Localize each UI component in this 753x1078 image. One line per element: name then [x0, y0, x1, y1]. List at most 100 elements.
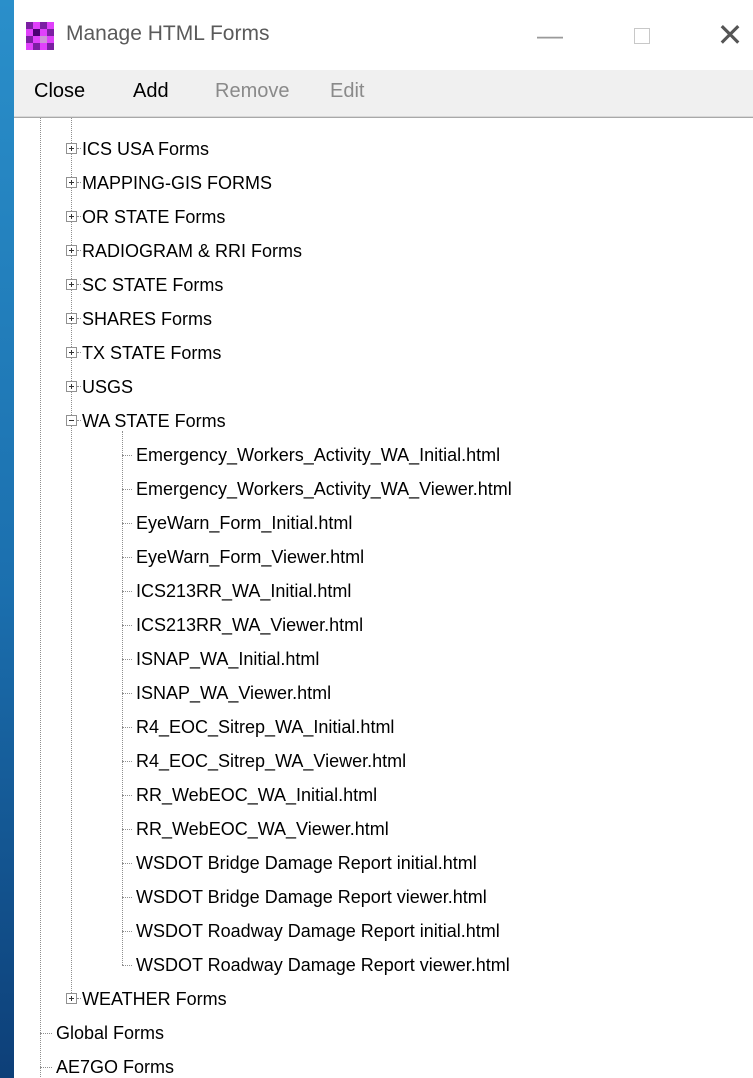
tree-connector [122, 761, 132, 762]
tree-file-item[interactable]: Emergency_Workers_Activity_WA_Initial.ht… [136, 438, 500, 472]
tree-file-item[interactable]: R4_EOC_Sitrep_WA_Initial.html [136, 710, 394, 744]
tree-connector [122, 829, 132, 830]
expand-plus-icon[interactable] [66, 177, 77, 188]
manage-html-forms-window: Manage HTML Forms — ✕ Close Add Remove E… [14, 0, 753, 1078]
desktop-background [0, 0, 14, 1078]
tree-file-item-label: ICS213RR_WA_Viewer.html [136, 615, 364, 635]
tree-connector [122, 455, 132, 456]
tree-file-item[interactable]: EyeWarn_Form_Viewer.html [136, 540, 364, 574]
tree-file-item[interactable]: ICS213RR_WA_Viewer.html [136, 608, 363, 642]
expand-plus-icon[interactable] [66, 347, 77, 358]
tree-file-item[interactable]: ISNAP_WA_Viewer.html [136, 676, 331, 710]
tree-root-item[interactable]: AE7GO Forms [56, 1050, 174, 1078]
tree-group-item[interactable]: TX STATE Forms [82, 336, 221, 370]
tree-root-line [40, 118, 41, 1078]
tree-file-item[interactable]: WSDOT Bridge Damage Report viewer.html [136, 880, 487, 914]
tree-file-item[interactable]: RR_WebEOC_WA_Initial.html [136, 778, 377, 812]
expand-plus-icon[interactable] [66, 143, 77, 154]
tree-group-item-label: SC STATE Forms [82, 275, 224, 295]
expand-plus-icon[interactable] [66, 993, 77, 1004]
tree-file-item-label: WSDOT Bridge Damage Report viewer.html [136, 887, 487, 907]
minimize-icon: — [537, 20, 563, 50]
tree-group-item[interactable]: ICS USA Forms [82, 132, 209, 166]
tree-connector [77, 182, 81, 183]
tree-root-item-label: Global Forms [56, 1023, 165, 1043]
minimize-button[interactable]: — [528, 12, 572, 58]
tree-file-item-label: R4_EOC_Sitrep_WA_Initial.html [136, 717, 395, 737]
tree-connector [122, 659, 132, 660]
tree-group-item[interactable]: USGS [82, 370, 133, 404]
tree-connector [122, 625, 132, 626]
expand-plus-icon[interactable] [66, 381, 77, 392]
tree-group-item-label: SHARES Forms [82, 309, 213, 329]
title-bar[interactable]: Manage HTML Forms — ✕ [14, 0, 753, 70]
tree-file-item[interactable]: WSDOT Bridge Damage Report initial.html [136, 846, 477, 880]
tree-file-item-label: Emergency_Workers_Activity_WA_Initial.ht… [136, 445, 501, 465]
tree-file-item-label: R4_EOC_Sitrep_WA_Viewer.html [136, 751, 407, 771]
tree-group-wa-state-label: WA STATE Forms [82, 411, 226, 431]
tree-file-item-label: RR_WebEOC_WA_Initial.html [136, 785, 378, 805]
tree-root-item[interactable]: Global Forms [56, 1016, 164, 1050]
tree-file-item-label: ISNAP_WA_Viewer.html [136, 683, 332, 703]
tree-connector [77, 420, 81, 421]
tree-connector [122, 795, 132, 796]
menu-bar: Close Add Remove Edit [14, 70, 753, 117]
tree-connector [122, 897, 132, 898]
menu-edit[interactable]: Edit [330, 80, 364, 103]
menu-add[interactable]: Add [133, 80, 169, 103]
tree-file-item-label: WSDOT Roadway Damage Report viewer.html [136, 955, 510, 975]
tree-file-item[interactable]: ICS213RR_WA_Initial.html [136, 574, 351, 608]
expand-plus-icon[interactable] [66, 211, 77, 222]
window-title: Manage HTML Forms [66, 22, 270, 45]
menu-close[interactable]: Close [34, 80, 85, 103]
tree-group-item[interactable]: MAPPING-GIS FORMS [82, 166, 272, 200]
tree-connector [77, 998, 81, 999]
tree-file-item[interactable]: R4_EOC_Sitrep_WA_Viewer.html [136, 744, 406, 778]
forms-tree-view[interactable]: ICS USA Forms MAPPING-GIS FORMS OR STATE F… [14, 117, 753, 1078]
tree-connector [122, 489, 132, 490]
menu-remove[interactable]: Remove [215, 80, 289, 103]
tree-connector [122, 727, 132, 728]
tree-group-item[interactable]: SC STATE Forms [82, 268, 223, 302]
tree-connector [77, 148, 81, 149]
collapse-minus-icon[interactable] [66, 415, 77, 426]
tree-file-item-label: WSDOT Roadway Damage Report initial.html [136, 921, 500, 941]
tree-group-item[interactable]: SHARES Forms [82, 302, 212, 336]
maximize-button[interactable] [620, 12, 664, 58]
tree-connector [122, 591, 132, 592]
close-icon: ✕ [716, 17, 744, 53]
tree-connector [77, 216, 81, 217]
tree-connector [122, 931, 132, 932]
expand-plus-icon[interactable] [66, 313, 77, 324]
expand-plus-icon[interactable] [66, 279, 77, 290]
tree-connector [122, 693, 132, 694]
tree-connector [77, 318, 81, 319]
tree-file-item-label: WSDOT Bridge Damage Report initial.html [136, 853, 477, 873]
tree-connector [77, 352, 81, 353]
tree-group-wa-state[interactable]: WA STATE Forms [82, 404, 226, 438]
tree-file-item-label: ICS213RR_WA_Initial.html [136, 581, 352, 601]
tree-file-item[interactable]: EyeWarn_Form_Initial.html [136, 506, 352, 540]
tree-group-item-label: ICS USA Forms [82, 139, 210, 159]
tree-connector [122, 863, 132, 864]
tree-connector [40, 1067, 52, 1068]
tree-file-item-label: EyeWarn_Form_Initial.html [136, 513, 353, 533]
tree-file-item-label: RR_WebEOC_WA_Viewer.html [136, 819, 389, 839]
tree-group-item-label: RADIOGRAM & RRI Forms [82, 241, 303, 261]
tree-group-item-label: TX STATE Forms [82, 343, 222, 363]
tree-file-item[interactable]: ISNAP_WA_Initial.html [136, 642, 319, 676]
maximize-icon [634, 28, 650, 44]
tree-root-item-label: AE7GO Forms [56, 1057, 175, 1077]
tree-file-item[interactable]: RR_WebEOC_WA_Viewer.html [136, 812, 389, 846]
tree-connector [122, 523, 132, 524]
tree-group-item-label: OR STATE Forms [82, 207, 226, 227]
expand-plus-icon[interactable] [66, 245, 77, 256]
tree-file-item[interactable]: WSDOT Roadway Damage Report initial.html [136, 914, 500, 948]
tree-group-item[interactable]: WEATHER Forms [82, 982, 227, 1016]
tree-group-item[interactable]: RADIOGRAM & RRI Forms [82, 234, 302, 268]
tree-file-item[interactable]: Emergency_Workers_Activity_WA_Viewer.htm… [136, 472, 512, 506]
tree-connector [77, 284, 81, 285]
close-window-button[interactable]: ✕ [708, 12, 752, 58]
tree-file-item[interactable]: WSDOT Roadway Damage Report viewer.html [136, 948, 510, 982]
tree-group-item[interactable]: OR STATE Forms [82, 200, 225, 234]
